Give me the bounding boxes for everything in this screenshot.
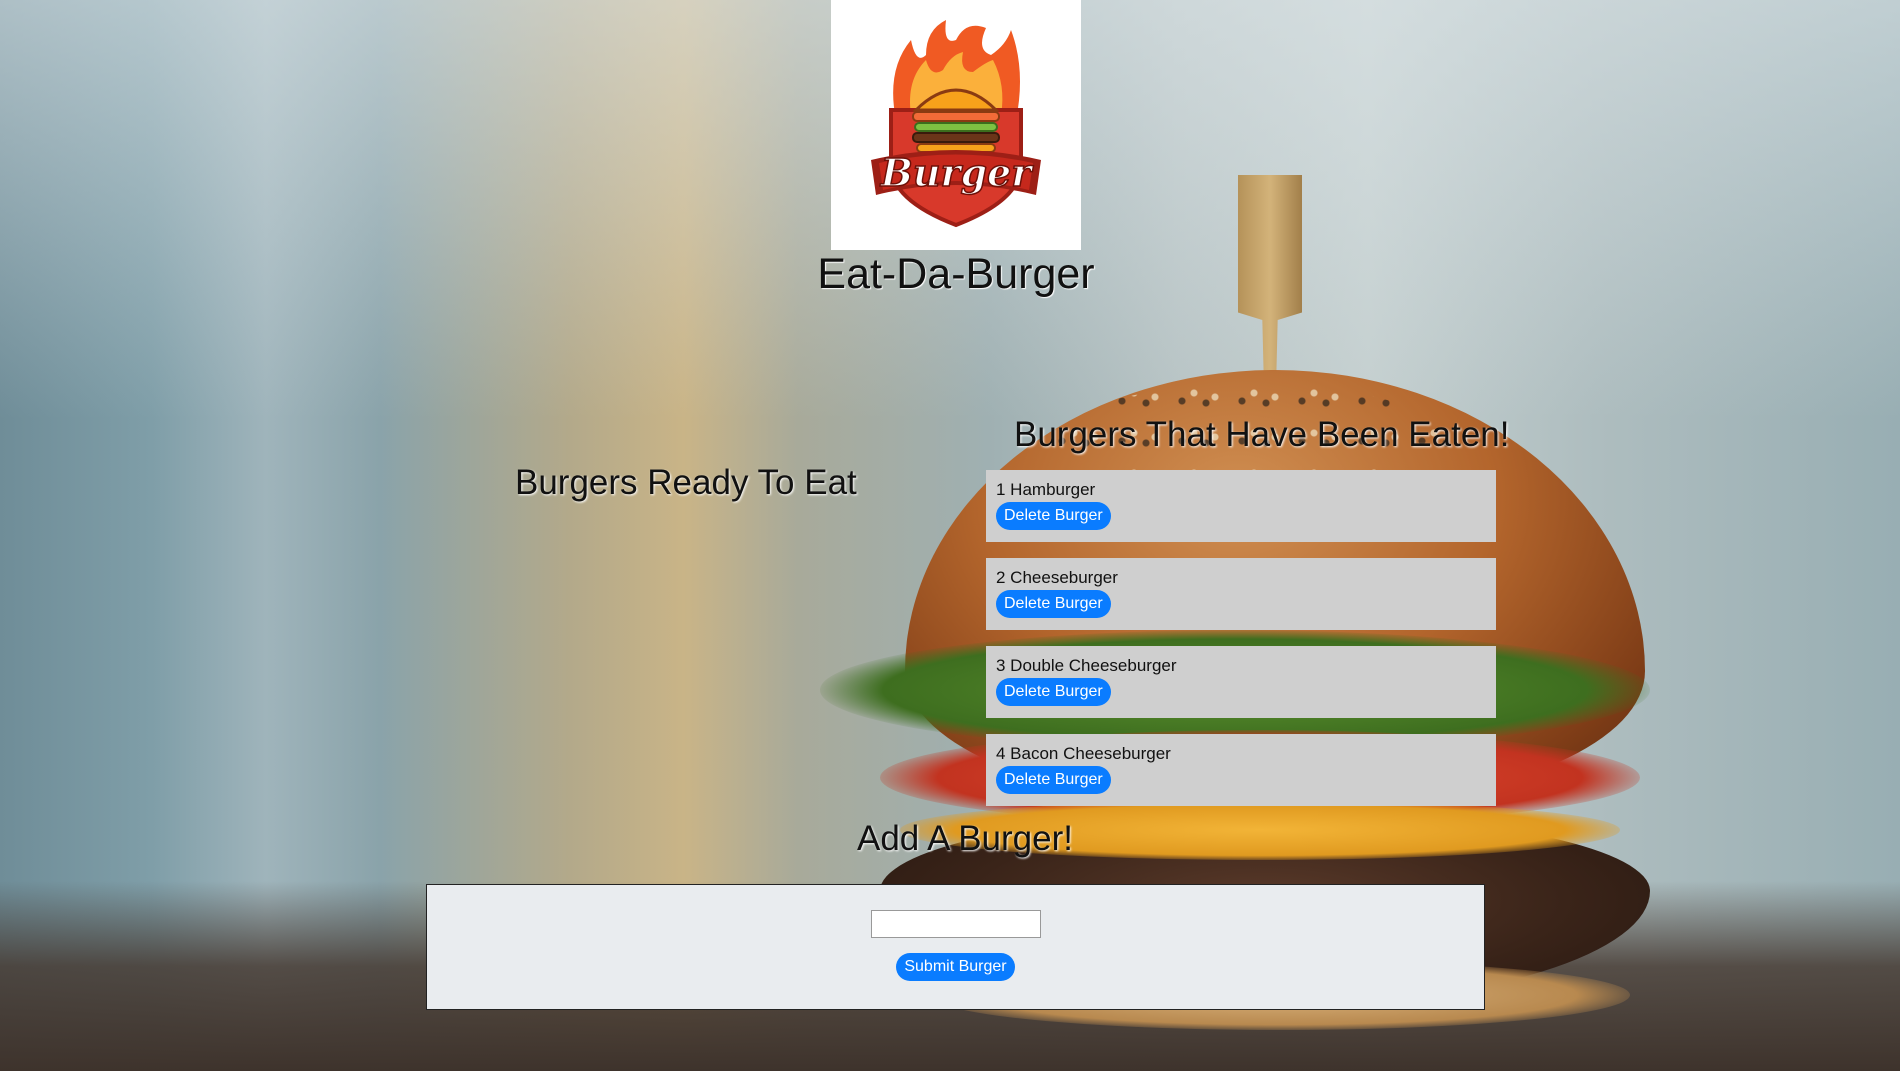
burger-name: 2 Cheeseburger — [996, 568, 1118, 587]
svg-text:Burger: Burger — [880, 150, 1035, 195]
burger-name: 1 Hamburger — [996, 480, 1096, 499]
ready-section-title: Burgers Ready To Eat — [515, 463, 857, 502]
list-item: 1 Hamburger Delete Burger — [986, 470, 1496, 542]
submit-burger-button[interactable]: Submit Burger — [896, 953, 1015, 981]
list-item: 3 Double Cheeseburger Delete Burger — [986, 646, 1496, 718]
burger-name-input[interactable] — [870, 910, 1041, 938]
list-item: 2 Cheeseburger Delete Burger — [986, 558, 1496, 630]
eaten-burger-list: 1 Hamburger Delete Burger 2 Cheeseburger… — [986, 470, 1496, 822]
burger-name: 3 Double Cheeseburger — [996, 656, 1177, 675]
add-burger-title: Add A Burger! — [857, 819, 1073, 858]
burger-logo-icon: Burger — [871, 20, 1041, 228]
add-burger-form: Submit Burger — [426, 884, 1485, 1010]
delete-burger-button[interactable]: Delete Burger — [996, 766, 1111, 794]
delete-burger-button[interactable]: Delete Burger — [996, 678, 1111, 706]
site-logo: Burger — [831, 0, 1081, 250]
eaten-section-title: Burgers That Have Been Eaten! — [1014, 415, 1510, 454]
delete-burger-button[interactable]: Delete Burger — [996, 590, 1111, 618]
delete-burger-button[interactable]: Delete Burger — [996, 502, 1111, 530]
page-title: Eat-Da-Burger — [817, 250, 1095, 298]
list-item: 4 Bacon Cheeseburger Delete Burger — [986, 734, 1496, 806]
burger-name: 4 Bacon Cheeseburger — [996, 744, 1171, 763]
